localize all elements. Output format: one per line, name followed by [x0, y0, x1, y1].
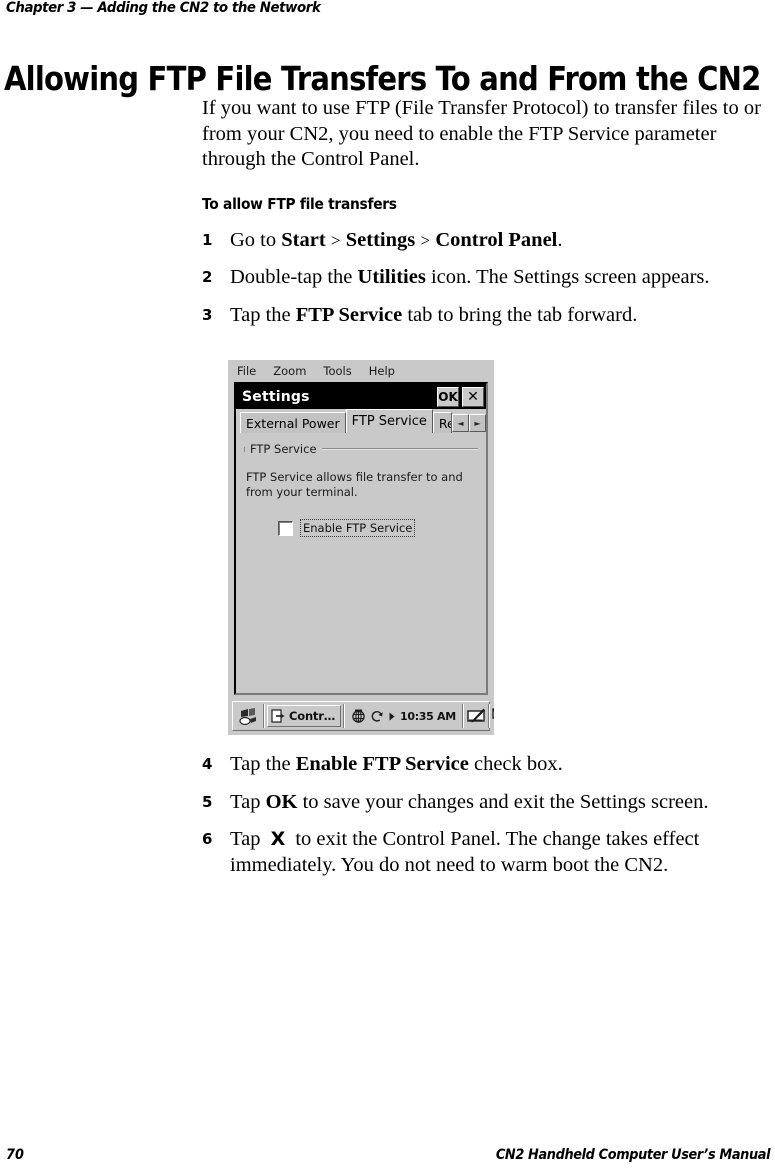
titlebar-buttons: OK ✕	[437, 387, 484, 407]
step-text: Tap X to exit the Control Panel. The cha…	[230, 828, 699, 876]
step-number: 2	[202, 265, 212, 291]
enable-ftp-service-label[interactable]: Enable FTP Service	[300, 519, 415, 537]
running-head: Chapter 3 — Adding the CN2 to the Networ…	[6, 0, 320, 16]
connection-sync-icon[interactable]	[370, 710, 384, 723]
taskbar-task-control-panel[interactable]: Contr…	[267, 705, 341, 727]
step-text-part: check box.	[469, 753, 563, 775]
start-flag-icon[interactable]	[235, 704, 261, 728]
step-text-part: Tap the	[230, 753, 296, 775]
step-text-part: Tap	[230, 791, 266, 813]
switch-window-icon[interactable]	[492, 708, 494, 724]
group-box-label: FTP Service	[250, 442, 317, 456]
taskbar-divider-1	[263, 704, 265, 728]
step-number: 4	[202, 752, 212, 778]
step-6: 6 Tap X to exit the Control Panel. The ch…	[202, 827, 764, 878]
body-column-lower: 4 Tap the Enable FTP Service check box. 5T…	[202, 752, 764, 890]
step-text-part: Enable FTP Service	[296, 753, 469, 775]
menu-item-zoom[interactable]: Zoom	[273, 364, 306, 378]
step-text-part: to save your changes and exit the Settin…	[297, 791, 708, 813]
step-4: 4 Tap the Enable FTP Service check box.	[202, 752, 764, 778]
taskbar-tray: 10:35 AM	[347, 709, 460, 724]
ftp-service-description: FTP Service allows file transfer to and …	[246, 470, 478, 500]
group-box-header: FTP Service	[246, 442, 478, 456]
step-text: Tap the Enable FTP Service check box.	[230, 753, 563, 775]
enable-ftp-service-checkbox[interactable]	[278, 521, 293, 536]
network-globe-icon[interactable]	[351, 709, 366, 724]
taskbar-divider-2	[343, 704, 345, 728]
step-text: Tap OK to save your changes and exit the…	[230, 791, 709, 813]
subheading: To allow FTP file transfers	[202, 195, 719, 213]
ok-button[interactable]: OK	[437, 387, 459, 407]
settings-window-title: Settings	[242, 389, 310, 405]
device-taskbar: Contr…	[232, 701, 490, 731]
step-number: 3	[202, 303, 212, 329]
step-text-part: X	[266, 828, 291, 850]
close-icon[interactable]: ✕	[462, 387, 484, 407]
ftp-service-tab-page: FTP Service FTP Service allows file tran…	[236, 433, 486, 693]
enable-ftp-service-row[interactable]: Enable FTP Service	[278, 519, 478, 537]
stylus-input-icon[interactable]	[466, 708, 486, 725]
menu-item-help[interactable]: Help	[369, 364, 395, 378]
step-text-part: >	[415, 231, 435, 250]
tab-scroll-left-icon[interactable]: ◄	[452, 414, 469, 432]
taskbar-task-label: Contr…	[289, 709, 335, 723]
step-1: 1 Go to Start > Settings > Control Panel.	[202, 228, 764, 254]
tab-ftp-service[interactable]: FTP Service	[346, 409, 433, 433]
step-2: 2 Double-tap the Utilities icon. The Sett…	[202, 265, 764, 291]
steps-list-top: 1 Go to Start > Settings > Control Panel.…	[202, 228, 764, 329]
step-text-part: Go to	[230, 229, 281, 251]
tab-external-power[interactable]: External Power	[240, 412, 346, 433]
step-number: 6	[202, 827, 212, 853]
step-text-part: icon. The Settings screen appears.	[426, 266, 710, 288]
tab-registry[interactable]: Regi	[433, 412, 452, 433]
step-5: 5 Tap OK to save your changes and exit th…	[202, 790, 764, 816]
tab-nav-buttons: ◄ ►	[452, 414, 486, 432]
menu-item-file[interactable]: File	[237, 364, 256, 378]
step-text-part: OK	[266, 791, 298, 813]
step-text-part: Utilities	[358, 266, 426, 288]
step-number: 5	[202, 790, 212, 816]
step-text-part: .	[557, 229, 562, 251]
step-text-part: >	[326, 231, 346, 250]
play-arrow-icon	[388, 711, 396, 722]
tab-scroll-right-icon[interactable]: ►	[469, 414, 486, 432]
step-text-part: tab to bring the tab forward.	[402, 304, 637, 326]
step-text-part: Tap the	[230, 304, 296, 326]
intro-paragraph: If you want to use FTP (File Transfer Pr…	[202, 96, 762, 173]
menu-item-tools[interactable]: Tools	[323, 364, 351, 378]
step-text-part: Double-tap the	[230, 266, 358, 288]
device-menubar: File Zoom Tools Help	[228, 360, 494, 382]
taskbar-clock[interactable]: 10:35 AM	[400, 710, 456, 723]
step-text-part: to exit the Control Panel. The change ta…	[230, 828, 699, 876]
steps-list-bottom: 4 Tap the Enable FTP Service check box. 5T…	[202, 752, 764, 878]
step-text: Tap the FTP Service tab to bring the tab…	[230, 304, 637, 326]
settings-tabstrip: External Power FTP Service Regi ◄ ►	[236, 409, 486, 433]
step-text: Go to Start > Settings > Control Panel.	[230, 229, 563, 251]
step-text-part: Control Panel	[435, 229, 557, 251]
step-3: 3 Tap the FTP Service tab to bring the ta…	[202, 303, 764, 329]
settings-window: Settings OK ✕ External Power FTP Service…	[234, 382, 488, 695]
device-screenshot-figure: File Zoom Tools Help Settings OK ✕ Exter…	[228, 360, 494, 735]
page-title: Allowing FTP File Transfers To and From …	[4, 62, 761, 97]
group-box-rule	[322, 448, 478, 450]
body-column: If you want to use FTP (File Transfer Pr…	[202, 96, 764, 340]
control-panel-icon	[271, 709, 286, 724]
step-text-part: Settings	[346, 229, 415, 251]
settings-titlebar: Settings OK ✕	[236, 384, 486, 409]
taskbar-divider-4	[488, 704, 490, 728]
taskbar-divider-3	[462, 704, 464, 728]
step-text-part: Start	[281, 229, 325, 251]
step-text: Double-tap the Utilities icon. The Setti…	[230, 266, 710, 288]
footer-page-number: 70	[6, 1147, 24, 1163]
group-box-tick	[244, 447, 245, 452]
footer-manual-title: CN2 Handheld Computer User’s Manual	[496, 1147, 770, 1163]
step-text-part: Tap	[230, 828, 266, 850]
step-text-part: FTP Service	[296, 304, 402, 326]
step-number: 1	[202, 228, 212, 254]
